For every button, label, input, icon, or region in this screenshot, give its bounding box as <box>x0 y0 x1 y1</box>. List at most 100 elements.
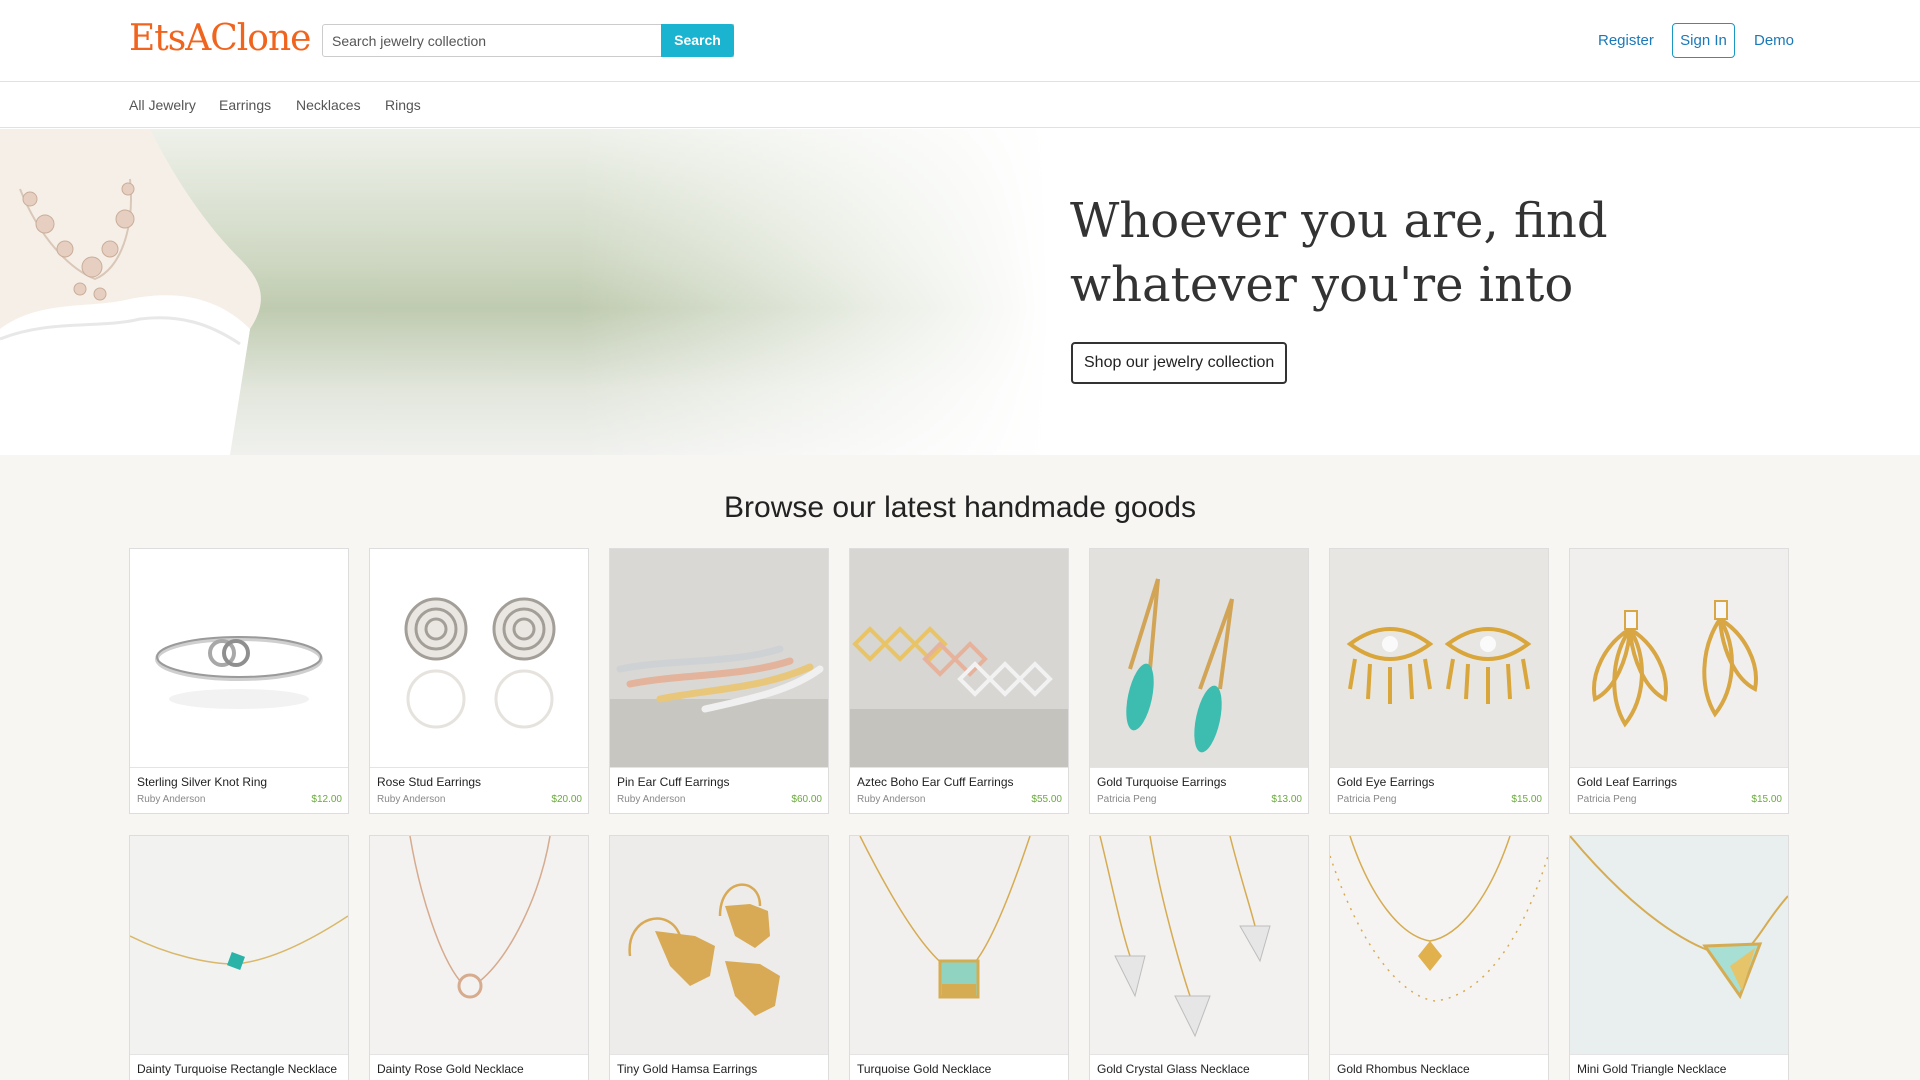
product-info: Dainty Rose Gold Necklace <box>370 1054 588 1080</box>
hero-headline: Whoever you are, find whatever you're in… <box>1070 189 1670 317</box>
hamsa-earrings-icon <box>610 836 828 1054</box>
product-card[interactable]: Dainty Rose Gold Necklace <box>369 835 589 1080</box>
product-seller: Ruby Anderson <box>137 794 206 805</box>
crystal-necklace-icon <box>1090 836 1308 1054</box>
triangle-necklace-icon <box>1570 836 1788 1054</box>
product-price: $15.00 <box>1751 794 1782 805</box>
product-price: $20.00 <box>551 794 582 805</box>
product-image[interactable] <box>1090 836 1308 1054</box>
product-title[interactable]: Gold Leaf Earrings <box>1577 775 1677 789</box>
product-image[interactable] <box>610 549 828 767</box>
product-card[interactable]: Rose Stud Earrings Ruby Anderson $20.00 <box>369 548 589 814</box>
product-title[interactable]: Sterling Silver Knot Ring <box>137 775 267 789</box>
product-card[interactable]: Dainty Turquoise Rectangle Necklace <box>129 835 349 1080</box>
product-image[interactable] <box>1330 549 1548 767</box>
product-title[interactable]: Aztec Boho Ear Cuff Earrings <box>857 775 1014 789</box>
product-info: Gold Leaf Earrings Patricia Peng $15.00 <box>1570 767 1788 813</box>
product-seller: Ruby Anderson <box>617 794 686 805</box>
category-necklaces[interactable]: Necklaces <box>296 97 361 113</box>
product-image[interactable] <box>370 836 588 1054</box>
product-card[interactable]: Sterling Silver Knot Ring Ruby Anderson … <box>129 548 349 814</box>
eye-earrings-icon <box>1330 549 1548 767</box>
product-info: Gold Rhombus Necklace <box>1330 1054 1548 1080</box>
turquoise-drops-icon <box>1090 549 1308 767</box>
product-card[interactable]: Pin Ear Cuff Earrings Ruby Anderson $60.… <box>609 548 829 814</box>
product-card[interactable]: Gold Rhombus Necklace <box>1329 835 1549 1080</box>
product-image[interactable] <box>850 549 1068 767</box>
product-info: Gold Eye Earrings Patricia Peng $15.00 <box>1330 767 1548 813</box>
hero-headline-line1: Whoever you are, find <box>1070 193 1608 249</box>
hero-banner: Whoever you are, find whatever you're in… <box>0 129 1920 455</box>
product-title[interactable]: Mini Gold Triangle Necklace <box>1577 1062 1726 1076</box>
product-seller: Patricia Peng <box>1097 794 1157 805</box>
product-seller: Ruby Anderson <box>377 794 446 805</box>
aztec-cuffs-icon <box>850 549 1068 767</box>
product-info: Dainty Turquoise Rectangle Necklace <box>130 1054 348 1080</box>
leaf-earrings-icon <box>1570 549 1788 767</box>
product-image[interactable] <box>370 549 588 767</box>
product-info: Gold Crystal Glass Necklace <box>1090 1054 1308 1080</box>
shop-collection-button[interactable]: Shop our jewelry collection <box>1071 342 1288 384</box>
product-price: $13.00 <box>1271 794 1302 805</box>
product-card[interactable]: Tiny Gold Hamsa Earrings <box>609 835 829 1080</box>
product-image[interactable] <box>610 836 828 1054</box>
product-image[interactable] <box>1330 836 1548 1054</box>
product-title[interactable]: Pin Ear Cuff Earrings <box>617 775 730 789</box>
product-info: Mini Gold Triangle Necklace <box>1570 1054 1788 1080</box>
category-earrings[interactable]: Earrings <box>219 97 271 113</box>
product-price: $15.00 <box>1511 794 1542 805</box>
product-title[interactable]: Dainty Turquoise Rectangle Necklace <box>137 1062 337 1076</box>
product-info: Sterling Silver Knot Ring Ruby Anderson … <box>130 767 348 813</box>
product-title[interactable]: Tiny Gold Hamsa Earrings <box>617 1062 757 1076</box>
demo-link[interactable]: Demo <box>1754 32 1794 49</box>
knot-ring-icon <box>130 549 348 767</box>
product-title[interactable]: Turquoise Gold Necklace <box>857 1062 991 1076</box>
product-info: Pin Ear Cuff Earrings Ruby Anderson $60.… <box>610 767 828 813</box>
product-title[interactable]: Rose Stud Earrings <box>377 775 481 789</box>
product-image[interactable] <box>130 549 348 767</box>
product-image[interactable] <box>1570 549 1788 767</box>
product-info: Aztec Boho Ear Cuff Earrings Ruby Anders… <box>850 767 1068 813</box>
register-link[interactable]: Register <box>1598 32 1654 49</box>
product-seller: Ruby Anderson <box>857 794 926 805</box>
hero-headline-line2: whatever you're into <box>1070 257 1574 313</box>
product-card[interactable]: Gold Crystal Glass Necklace <box>1089 835 1309 1080</box>
product-image[interactable] <box>1090 549 1308 767</box>
sign-in-button[interactable]: Sign In <box>1672 23 1735 58</box>
product-title[interactable]: Gold Turquoise Earrings <box>1097 775 1226 789</box>
browse-section: Browse our latest handmade goods Sterlin… <box>0 455 1920 1080</box>
square-necklace-icon <box>850 836 1068 1054</box>
product-title[interactable]: Gold Eye Earrings <box>1337 775 1434 789</box>
product-price: $12.00 <box>311 794 342 805</box>
product-title[interactable]: Gold Crystal Glass Necklace <box>1097 1062 1250 1076</box>
product-card[interactable]: Turquoise Gold Necklace <box>849 835 1069 1080</box>
site-logo[interactable]: EtsAClone <box>129 18 311 59</box>
browse-heading: Browse our latest handmade goods <box>724 491 1196 524</box>
turquoise-necklace-icon <box>130 836 348 1054</box>
category-rings[interactable]: Rings <box>385 97 421 113</box>
product-image[interactable] <box>130 836 348 1054</box>
product-card[interactable]: Gold Leaf Earrings Patricia Peng $15.00 <box>1569 548 1789 814</box>
product-card[interactable]: Aztec Boho Ear Cuff Earrings Ruby Anders… <box>849 548 1069 814</box>
product-title[interactable]: Dainty Rose Gold Necklace <box>377 1062 524 1076</box>
product-info: Gold Turquoise Earrings Patricia Peng $1… <box>1090 767 1308 813</box>
bride-photo <box>0 129 261 455</box>
product-seller: Patricia Peng <box>1337 794 1397 805</box>
category-nav: All Jewelry Earrings Necklaces Rings <box>0 83 1920 128</box>
product-title[interactable]: Gold Rhombus Necklace <box>1337 1062 1470 1076</box>
search-button[interactable]: Search <box>661 24 734 57</box>
product-price: $55.00 <box>1031 794 1062 805</box>
product-seller: Patricia Peng <box>1577 794 1637 805</box>
product-card[interactable]: Mini Gold Triangle Necklace <box>1569 835 1789 1080</box>
product-card[interactable]: Gold Turquoise Earrings Patricia Peng $1… <box>1089 548 1309 814</box>
ear-cuffs-icon <box>610 549 828 767</box>
product-card[interactable]: Gold Eye Earrings Patricia Peng $15.00 <box>1329 548 1549 814</box>
product-price: $60.00 <box>791 794 822 805</box>
rhombus-necklace-icon <box>1330 836 1548 1054</box>
product-info: Turquoise Gold Necklace <box>850 1054 1068 1080</box>
product-info: Rose Stud Earrings Ruby Anderson $20.00 <box>370 767 588 813</box>
category-all-jewelry[interactable]: All Jewelry <box>129 97 196 113</box>
product-image[interactable] <box>1570 836 1788 1054</box>
product-info: Tiny Gold Hamsa Earrings <box>610 1054 828 1080</box>
product-image[interactable] <box>850 836 1068 1054</box>
